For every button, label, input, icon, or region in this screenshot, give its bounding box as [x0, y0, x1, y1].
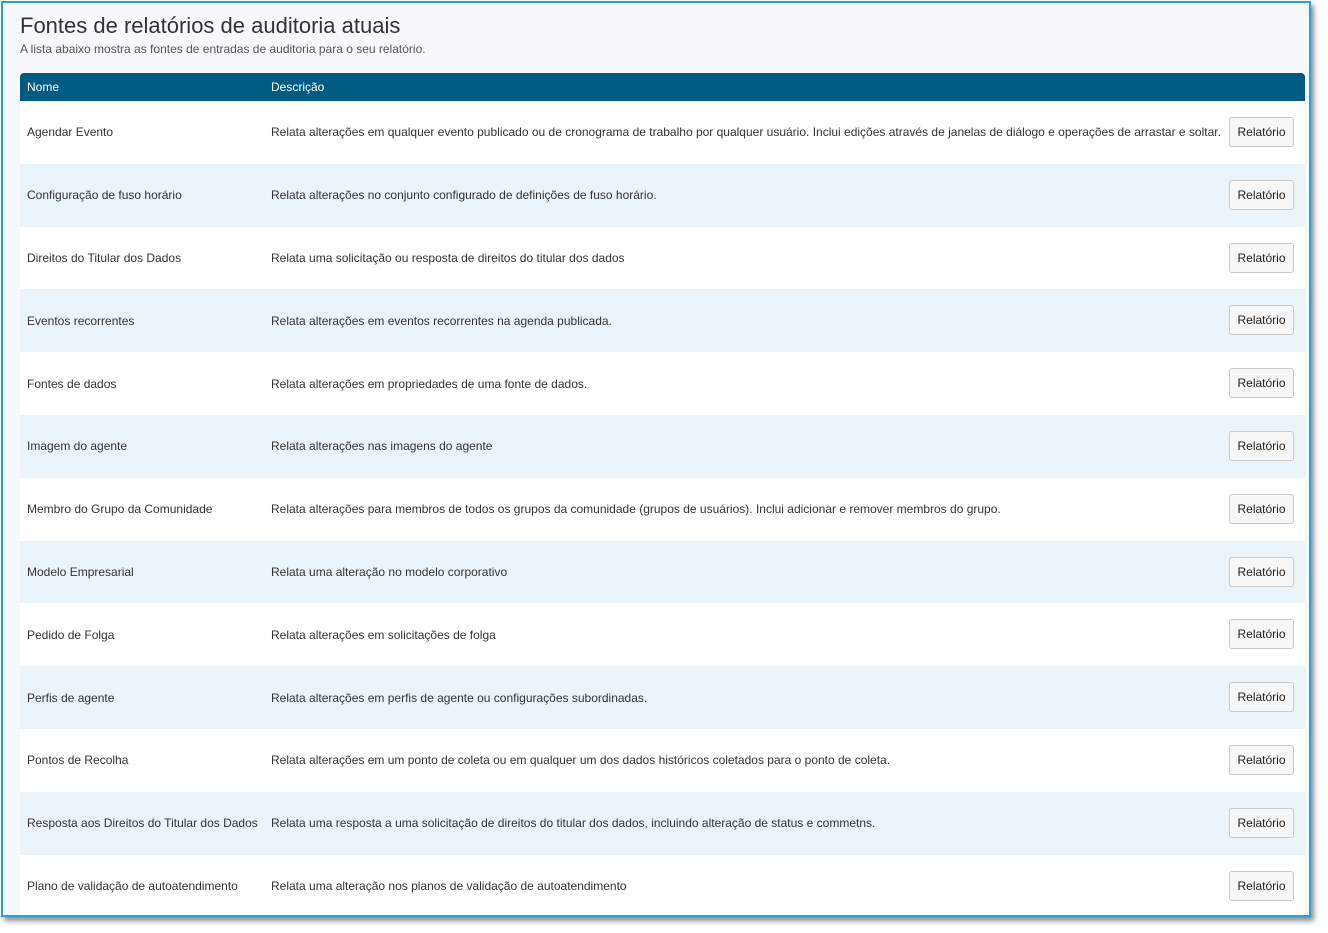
row-name: Pontos de Recolha: [27, 753, 129, 768]
page-subtitle: A lista abaixo mostra as fontes de entra…: [20, 42, 426, 56]
report-button[interactable]: Relatório: [1229, 368, 1294, 399]
table-row: Direitos do Titular dos Dados Relata uma …: [20, 226, 1305, 290]
row-description: Relata alterações para membros de todos …: [271, 502, 1001, 517]
row-name: Resposta aos Direitos do Titular dos Dad…: [27, 816, 258, 831]
row-description: Relata alterações em um ponto de coleta …: [271, 753, 891, 768]
row-name: Agendar Evento: [27, 125, 114, 140]
report-button[interactable]: Relatório: [1229, 179, 1294, 210]
row-description: Relata alterações em qualquer evento pub…: [271, 125, 1221, 140]
row-description: Relata alterações no conjunto configurad…: [271, 188, 657, 203]
report-button[interactable]: Relatório: [1229, 305, 1294, 336]
column-header-name: Nome: [27, 80, 60, 94]
report-button[interactable]: Relatório: [1229, 619, 1294, 650]
table-row: Configuração de fuso horário Relata alter…: [20, 163, 1305, 227]
audit-sources-table: Nome Descrição Agendar Evento Relata alte…: [20, 73, 1305, 915]
row-name: Modelo Empresarial: [27, 564, 134, 579]
table-row: Fontes de dados Relata alterações em prop…: [20, 352, 1305, 415]
row-description: Relata alterações em perfis de agente ou…: [271, 690, 648, 705]
row-name: Membro do Grupo da Comunidade: [27, 502, 213, 517]
report-button[interactable]: Relatório: [1229, 117, 1294, 147]
report-button[interactable]: Relatório: [1229, 430, 1294, 461]
row-description: Relata uma alteração nos planos de valid…: [271, 878, 627, 893]
audit-sources-panel: Fontes de relatórios de auditoria atuais…: [1, 1, 1311, 917]
row-name: Fontes de dados: [27, 376, 117, 391]
row-name: Perfis de agente: [27, 690, 115, 705]
table-body: Agendar Evento Relata alterações em qualq…: [20, 101, 1305, 915]
table-row: Eventos recorrentes Relata alterações em …: [20, 289, 1305, 353]
table-row: Modelo Empresarial Relata uma alteração n…: [20, 540, 1305, 604]
row-description: Relata alterações em eventos recorrentes…: [271, 313, 612, 328]
row-description: Relata uma alteração no modelo corporati…: [271, 564, 508, 579]
report-button[interactable]: Relatório: [1229, 242, 1294, 273]
table-row: Agendar Evento Relata alterações em qualq…: [20, 101, 1305, 164]
row-name: Direitos do Titular dos Dados: [27, 250, 182, 265]
row-name: Pedido de Folga: [27, 627, 115, 642]
table-row: Perfis de agente Relata alterações em per…: [20, 666, 1305, 729]
report-button[interactable]: Relatório: [1229, 807, 1294, 838]
column-header-description: Descrição: [271, 80, 325, 94]
report-button[interactable]: Relatório: [1229, 493, 1294, 524]
row-description: Relata alterações nas imagens do agente: [271, 439, 493, 454]
row-name: Eventos recorrentes: [27, 313, 135, 328]
row-description: Relata alterações em solicitações de fol…: [271, 627, 496, 642]
report-button[interactable]: Relatório: [1229, 556, 1294, 587]
table-row: Pontos de Recolha Relata alterações em um…: [20, 728, 1305, 792]
table-row: Pedido de Folga Relata alterações em soli…: [20, 603, 1305, 667]
page-title: Fontes de relatórios de auditoria atuais: [20, 13, 401, 38]
row-name: Configuração de fuso horário: [27, 188, 182, 203]
table-header: Nome Descrição: [20, 73, 1305, 101]
table-row: Imagem do agente Relata alterações nas im…: [20, 414, 1305, 478]
row-description: Relata uma solicitação ou resposta de di…: [271, 250, 625, 265]
row-name: Plano de validação de autoatendimento: [27, 878, 238, 893]
row-description: Relata alterações em propriedades de uma…: [271, 376, 588, 391]
report-button[interactable]: Relatório: [1229, 744, 1294, 775]
table-row: Membro do Grupo da Comunidade Relata alte…: [20, 477, 1305, 541]
report-button[interactable]: Relatório: [1229, 870, 1294, 901]
table-row: Resposta aos Direitos do Titular dos Dad…: [20, 791, 1305, 855]
table-row: Plano de validação de autoatendimento Rel…: [20, 854, 1305, 915]
report-button[interactable]: Relatório: [1229, 682, 1294, 713]
row-description: Relata uma resposta a uma solicitação de…: [271, 816, 876, 831]
row-name: Imagem do agente: [27, 439, 128, 454]
